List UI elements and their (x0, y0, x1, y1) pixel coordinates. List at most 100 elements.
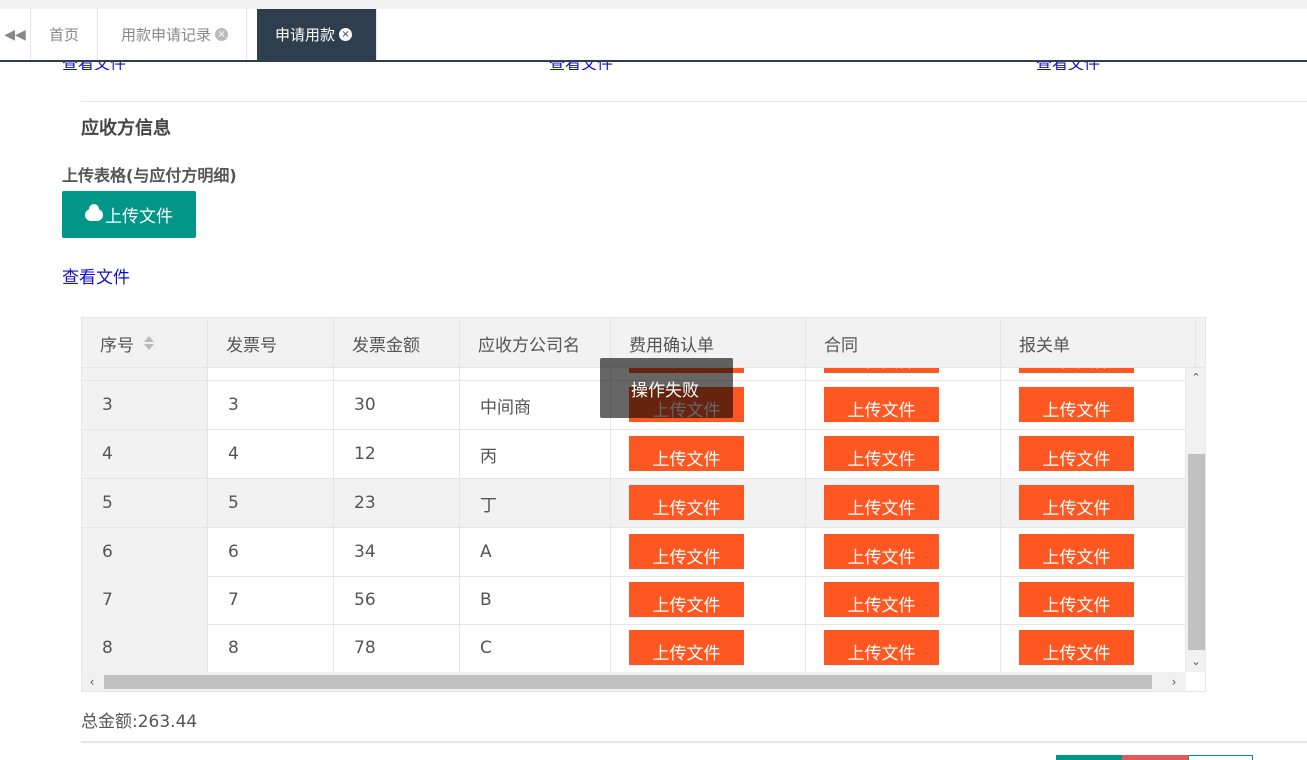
upload-file-button[interactable]: 上传文件 (1019, 387, 1134, 422)
bottom-button-group (1056, 755, 1253, 760)
close-icon[interactable]: × (339, 28, 353, 41)
cell-customs: 上传文件 (1001, 479, 1186, 527)
total-value: 263.44 (137, 712, 198, 732)
cell-contract: 上传文件 (806, 624, 1001, 672)
upload-file-button[interactable]: 上传文件 (629, 534, 744, 569)
cell-contract: 上传文件 (806, 381, 1001, 429)
upload-file-button[interactable]: 上传文件 (1019, 582, 1134, 617)
tab-label: 首页 (49, 26, 80, 44)
cell-amount (334, 368, 460, 380)
upload-file-button[interactable]: 上传文件 (1019, 368, 1134, 373)
tab-apply-payment[interactable]: 申请用款 × (257, 9, 377, 60)
table-row: 7 7 56 B 上传文件 上传文件 上传文件 (82, 576, 1186, 625)
upload-file-button[interactable]: 上传文件 (629, 485, 744, 520)
column-header-customs: 报关单 (1001, 318, 1196, 368)
cell-fee-confirmation: 上传文件 (611, 624, 806, 672)
upload-file-button[interactable]: 上传文件 (629, 582, 744, 617)
scrollbar-thumb[interactable] (1188, 454, 1205, 650)
cell-company: A (460, 528, 611, 576)
cell-invoice-no: 5 (208, 479, 334, 527)
cell-invoice-no: 3 (208, 381, 334, 429)
column-header-invoice-no: 发票号 (208, 318, 334, 368)
cell-seq: 8 (82, 624, 208, 672)
error-toast: 操作失败 (600, 358, 733, 418)
cell-amount: 30 (334, 381, 460, 429)
submit-button[interactable] (1056, 755, 1122, 760)
cell-fee-confirmation: 上传文件 (611, 430, 806, 478)
cell-amount: 23 (334, 479, 460, 527)
table-row: 5 5 23 丁 上传文件 上传文件 上传文件 (82, 479, 1186, 528)
view-file-link[interactable]: 查看文件 (62, 62, 126, 70)
cancel-button[interactable] (1122, 755, 1188, 760)
cell-seq: 6 (82, 528, 208, 576)
cell-seq: 7 (82, 576, 208, 624)
cell-company: C (460, 624, 611, 672)
upload-file-button[interactable]: 上传文件 (824, 630, 939, 665)
horizontal-scrollbar[interactable]: ‹ › (82, 672, 1186, 691)
cell-contract: 上传文件 (806, 479, 1001, 527)
cell-seq: 5 (82, 479, 208, 527)
total-amount: 总金额:263.44 (81, 707, 197, 732)
upload-file-button[interactable]: 上传文件 (629, 630, 744, 665)
tab-home[interactable]: 首页 (31, 9, 99, 60)
view-file-link[interactable]: 查看文件 (1036, 62, 1100, 70)
cell-company: 中间商 (460, 381, 611, 429)
cell-seq: 3 (82, 381, 208, 429)
cell-invoice-no: 8 (208, 624, 334, 672)
divider (81, 101, 1307, 102)
cell-fee-confirmation: 上传文件 (611, 479, 806, 527)
upload-file-button[interactable]: 上传文件 (824, 387, 939, 422)
upload-file-button[interactable]: 上传文件 (1019, 630, 1134, 665)
table-row: 4 4 12 丙 上传文件 上传文件 上传文件 (82, 430, 1186, 479)
scrollbar-thumb[interactable] (104, 675, 1152, 689)
section-title: 应收方信息 (81, 118, 171, 139)
scroll-right-icon[interactable]: › (1164, 672, 1184, 691)
scroll-left-icon[interactable]: ‹ (82, 672, 102, 691)
double-chevron-left-icon[interactable]: ◀◀ (0, 9, 31, 60)
upload-file-button[interactable]: 上传文件 (824, 582, 939, 617)
cell-customs: 上传文件 (1001, 368, 1186, 380)
table-row: 8 8 78 C 上传文件 上传文件 上传文件 (82, 624, 1186, 672)
upload-file-button[interactable]: 上传文件 (1019, 436, 1134, 471)
sort-icon[interactable] (144, 335, 154, 351)
cell-contract: 上传文件 (806, 528, 1001, 576)
tab-bar: ◀◀ 首页 用款申请记录 × 申请用款 × (0, 0, 1307, 62)
cell-amount: 12 (334, 430, 460, 478)
table-row: 6 6 34 A 上传文件 上传文件 上传文件 (82, 528, 1186, 577)
upload-label: 上传表格(与应付方明细) (62, 166, 237, 185)
cell-company (460, 368, 611, 380)
cell-customs: 上传文件 (1001, 381, 1186, 429)
column-header-seq[interactable]: 序号 (82, 318, 208, 368)
close-icon[interactable]: × (215, 28, 229, 41)
scroll-up-icon[interactable]: ⌃ (1186, 370, 1205, 386)
tab-payment-records[interactable]: 用款申请记录 × (103, 9, 248, 60)
cell-company: B (460, 576, 611, 624)
scroll-down-icon[interactable]: ⌄ (1186, 654, 1205, 670)
upload-file-button[interactable]: 上传文件 (824, 368, 939, 373)
view-file-link[interactable]: 查看文件 (549, 62, 613, 70)
column-header-amount: 发票金额 (334, 318, 460, 368)
upload-file-button[interactable]: 上传文件 (824, 534, 939, 569)
upload-file-button[interactable]: 上传文件 (824, 436, 939, 471)
tab-label: 申请用款 (275, 26, 336, 44)
cell-company: 丙 (460, 430, 611, 478)
upload-file-button[interactable]: 上传文件 (1019, 534, 1134, 569)
upload-file-button[interactable]: 上传文件 (1019, 485, 1134, 520)
cell-fee-confirmation: 上传文件 (611, 576, 806, 624)
upload-file-button[interactable]: 上传文件 (824, 485, 939, 520)
reset-button[interactable] (1188, 755, 1253, 760)
header-label: 序号 (100, 335, 134, 356)
column-header-company: 应收方公司名 (460, 318, 611, 368)
upload-file-button[interactable]: 上传文件 (62, 191, 196, 238)
cell-invoice-no: 4 (208, 430, 334, 478)
divider (81, 741, 1307, 743)
cell-amount: 78 (334, 624, 460, 672)
cell-seq: 4 (82, 430, 208, 478)
cell-contract: 上传文件 (806, 430, 1001, 478)
view-file-link[interactable]: 查看文件 (62, 263, 130, 288)
cell-seq (82, 368, 208, 380)
vertical-scrollbar[interactable]: ⌃ ⌄ (1186, 368, 1205, 672)
cell-customs: 上传文件 (1001, 528, 1186, 576)
upload-file-button[interactable]: 上传文件 (629, 436, 744, 471)
cell-amount: 34 (334, 528, 460, 576)
